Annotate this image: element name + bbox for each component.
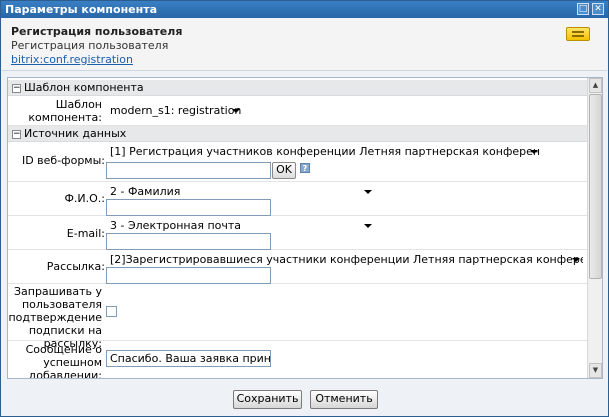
save-button[interactable]: Сохранить	[233, 390, 302, 409]
chevron-down-icon	[364, 224, 372, 228]
confirm-checkbox[interactable]	[106, 306, 117, 317]
vertical-scrollbar[interactable]: ▲ ▼	[587, 78, 602, 378]
mailing-label: Рассылка:	[46, 260, 105, 273]
cancel-button[interactable]: Отменить	[310, 390, 378, 409]
section-datasource-label: Источник данных	[24, 127, 127, 140]
params-panel: − Шаблон компонента Шаблон компонента: mo…	[7, 77, 603, 379]
mailing-input[interactable]	[106, 267, 271, 284]
fio-select-value: 2 - Фамилия	[110, 185, 181, 198]
section-datasource[interactable]: − Источник данных	[8, 126, 588, 142]
menu-icon[interactable]	[566, 27, 590, 41]
mailing-select[interactable]: [2]Зарегистрировавшиеся участники конфер…	[106, 251, 584, 268]
email-input[interactable]	[106, 233, 271, 250]
component-code-link[interactable]: bitrix:conf.registration	[11, 53, 607, 67]
template-label: Шаблон компонента:	[28, 98, 102, 124]
close-icon[interactable]: ✕	[592, 3, 604, 15]
mailing-select-value: [2]Зарегистрировавшиеся участники конфер…	[110, 253, 583, 266]
row-template: Шаблон компонента: modern_s1: registrati…	[8, 96, 588, 126]
chevron-down-icon	[232, 109, 240, 113]
webform-label: ID веб-формы:	[21, 154, 105, 167]
scroll-thumb[interactable]	[589, 94, 602, 279]
window-title: Параметры компонента	[5, 3, 158, 16]
row-confirm: Запрашивать у пользователя подтверждение…	[8, 284, 588, 350]
fio-input[interactable]	[106, 199, 271, 216]
template-select-value: modern_s1: registration	[110, 104, 242, 117]
fio-select[interactable]: 2 - Фамилия	[106, 183, 376, 200]
row-webform: ID веб-формы: [1] Регистрация участников…	[8, 142, 588, 182]
fio-label: Ф.И.О.:	[64, 192, 105, 205]
row-mailing: Рассылка: [2]Зарегистрировавшиеся участн…	[8, 250, 588, 284]
collapse-icon[interactable]: −	[12, 83, 21, 93]
component-params-dialog: Параметры компонента □ ✕ Регистрация пол…	[0, 0, 609, 417]
email-label: E-mail:	[66, 227, 105, 240]
success-label: Сообщение о успешном добавлении:	[25, 343, 102, 378]
chevron-down-icon	[572, 258, 580, 262]
chevron-down-icon	[530, 150, 538, 154]
row-email: E-mail: 3 - Электронная почта	[8, 216, 588, 250]
section-template-label: Шаблон компонента	[24, 81, 144, 94]
chevron-down-icon	[364, 190, 372, 194]
email-select-value: 3 - Электронная почта	[110, 219, 242, 232]
help-icon[interactable]: ?	[300, 163, 310, 173]
webform-select[interactable]: [1] Регистрация участников конференции Л…	[106, 143, 542, 160]
maximize-icon[interactable]: □	[577, 3, 589, 15]
webform-id-input[interactable]	[106, 162, 271, 179]
component-header: Регистрация пользователя Регистрация пол…	[2, 19, 607, 71]
ok-button[interactable]: OK	[272, 162, 296, 179]
webform-select-value: [1] Регистрация участников конференции Л…	[110, 145, 541, 158]
template-select[interactable]: modern_s1: registration	[106, 102, 244, 119]
window-titlebar[interactable]: Параметры компонента □ ✕	[1, 1, 608, 18]
section-template[interactable]: − Шаблон компонента	[8, 80, 588, 96]
scroll-down-icon[interactable]: ▼	[589, 363, 602, 378]
success-message-input[interactable]: Спасибо. Ваша заявка принята. В	[106, 350, 271, 367]
params-scroll-area: − Шаблон компонента Шаблон компонента: mo…	[8, 78, 588, 378]
collapse-icon[interactable]: −	[12, 129, 21, 139]
row-fio: Ф.И.О.: 2 - Фамилия	[8, 182, 588, 216]
component-subtitle: Регистрация пользователя	[11, 39, 169, 52]
scroll-up-icon[interactable]: ▲	[589, 78, 602, 93]
component-title: Регистрация пользователя	[11, 25, 183, 38]
email-select[interactable]: 3 - Электронная почта	[106, 217, 376, 234]
row-success: Сообщение о успешном добавлении: Спасибо…	[8, 341, 588, 378]
